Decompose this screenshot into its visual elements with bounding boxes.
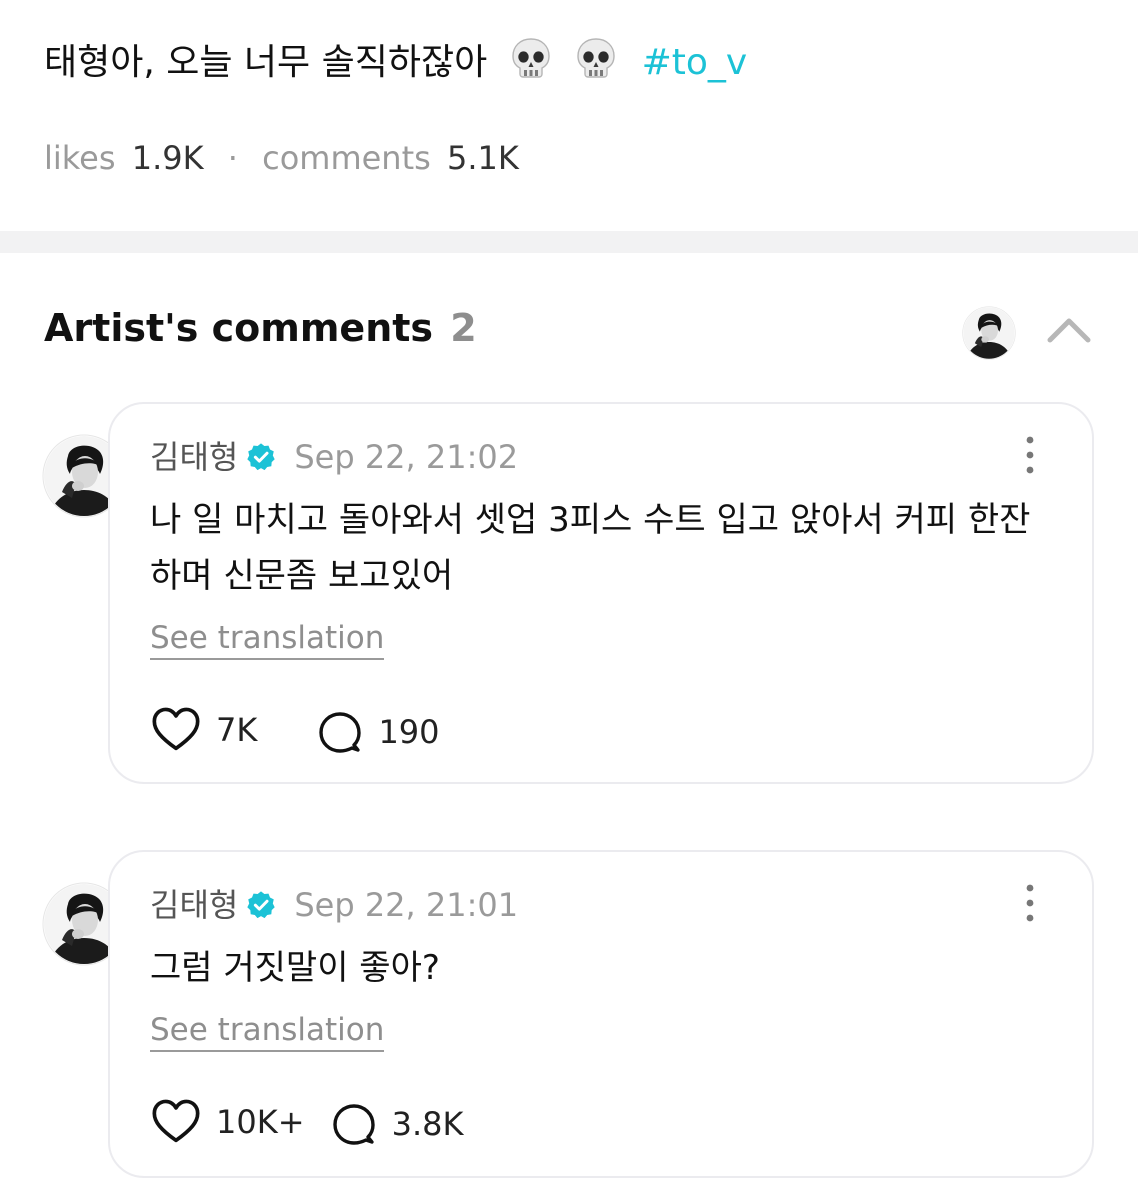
section-title-text: Artist's comments (44, 306, 434, 350)
verified-badge-icon (246, 890, 276, 920)
heart-icon (150, 704, 202, 756)
author-name[interactable]: 김태형 (150, 886, 238, 924)
comment-timestamp: Sep 22, 21:02 (294, 438, 519, 476)
comment-card: 김태형 Sep 22, 21:01 그럼 거짓말이 좋아? See transla… (108, 850, 1094, 1178)
like-count: 10K+ (216, 1103, 305, 1141)
hashtag-link[interactable]: #to_v (642, 42, 748, 83)
comment-actions: 7K 190 (150, 704, 494, 754)
likes-label: likes (44, 139, 116, 177)
post-stats: likes 1.9K · comments 5.1K (44, 136, 519, 180)
author-name[interactable]: 김태형 (150, 438, 238, 476)
artist-avatar[interactable] (962, 306, 1016, 360)
comments-count[interactable]: 5.1K (447, 139, 519, 177)
comments-label: comments (262, 139, 431, 177)
comment-timestamp: Sep 22, 21:01 (294, 886, 519, 924)
comment-text: 나 일 마치고 돌아와서 셋업 3피스 수트 입고 앉아서 커피 한잔하며 신문… (150, 500, 1031, 596)
see-translation-link[interactable]: See translation (150, 618, 385, 660)
section-title: Artist's comments 2 (44, 306, 477, 350)
section-divider (0, 231, 1138, 253)
comment-actions: 10K+ 3.8K (150, 1096, 483, 1146)
reply-count: 190 (378, 713, 440, 751)
comment-text: 그럼 거짓말이 좋아? (150, 948, 440, 988)
comment-bubble-icon (330, 1100, 378, 1148)
stats-separator: · (227, 139, 238, 177)
likes-count[interactable]: 1.9K (132, 139, 204, 177)
reply-button[interactable]: 190 (316, 708, 440, 756)
comment-bubble-icon (316, 708, 364, 756)
section-count: 2 (450, 306, 477, 350)
comment-header: 김태형 Sep 22, 21:01 (150, 884, 518, 926)
like-count: 7K (216, 711, 258, 749)
skull-icon (574, 36, 618, 80)
post-caption: 태형아, 오늘 너무 솔직하잖아 #to_v (44, 36, 747, 87)
more-options-icon[interactable] (1018, 434, 1042, 476)
heart-icon (150, 1096, 202, 1148)
chevron-up-icon[interactable] (1044, 308, 1094, 354)
comment-card: 김태형 Sep 22, 21:02 나 일 마치고 돌아와서 셋업 3피스 수트 … (108, 402, 1094, 784)
like-button[interactable]: 10K+ (150, 1096, 305, 1148)
see-translation-link[interactable]: See translation (150, 1010, 385, 1052)
verified-badge-icon (246, 442, 276, 472)
comment-header: 김태형 Sep 22, 21:02 (150, 436, 518, 478)
skull-icon (509, 36, 553, 80)
post-text: 태형아, 오늘 너무 솔직하잖아 (44, 42, 488, 83)
reply-count: 3.8K (391, 1105, 464, 1143)
reply-button[interactable]: 3.8K (330, 1100, 464, 1148)
like-button[interactable]: 7K (150, 704, 257, 756)
more-options-icon[interactable] (1018, 882, 1042, 924)
